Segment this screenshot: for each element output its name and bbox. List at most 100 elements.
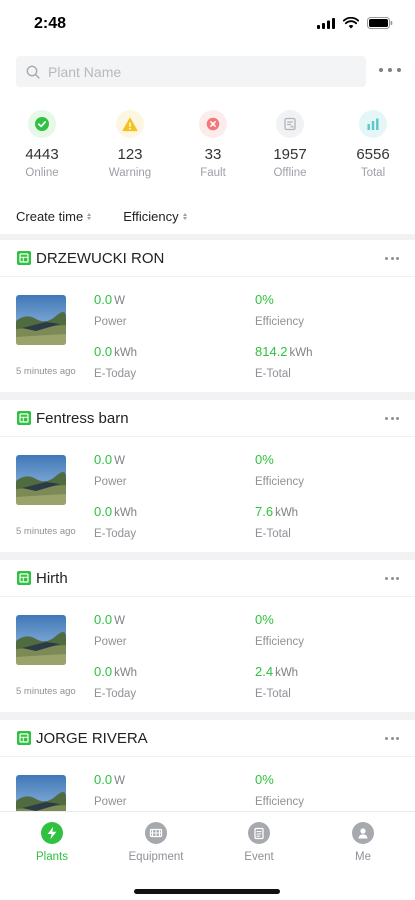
home-indicator (134, 889, 280, 894)
stat-offline-label: Offline (273, 167, 307, 179)
plant-icon (17, 571, 31, 585)
power-unit: W (114, 295, 125, 307)
plant-thumbnail (16, 455, 66, 505)
power-unit: W (114, 775, 125, 787)
plant-updated-time: 5 minutes ago (16, 366, 76, 377)
metric-efficiency: 0% Efficiency (255, 611, 304, 648)
plant-more-button[interactable] (385, 737, 399, 741)
stat-online[interactable]: 4443 Online (12, 110, 72, 179)
power-value: 0.0 (94, 612, 113, 627)
e-today-label: E-Today (94, 688, 137, 700)
power-unit: W (114, 455, 125, 467)
plant-card-header: JORGE RIVERA (0, 720, 415, 757)
sort-create-time[interactable]: Create time (16, 206, 92, 226)
stat-total-label: Total (360, 167, 386, 179)
signal-icon (317, 17, 335, 29)
e-total-label: E-Total (255, 688, 291, 700)
stat-offline[interactable]: 1957 Offline (260, 110, 320, 179)
power-unit: W (114, 615, 125, 627)
tab-me[interactable]: Me (323, 822, 403, 863)
stat-online-value: 4443 (25, 146, 59, 163)
e-total-label: E-Total (255, 528, 291, 540)
stat-warning-value: 123 (117, 146, 143, 163)
plant-card[interactable]: Fentress barn 5 minutes ago 0.0W Power (0, 400, 415, 552)
metric-power: 0.0 W Power (94, 611, 127, 648)
sort-efficiency-label: Efficiency (123, 208, 179, 224)
stat-total[interactable]: 6556 Total (343, 110, 403, 179)
e-today-value: 0.0 (94, 344, 113, 359)
plant-thumbnail (16, 615, 66, 665)
power-label: Power (94, 476, 127, 488)
tab-plants[interactable]: Plants (12, 822, 92, 863)
search-input[interactable] (48, 63, 328, 80)
sort-create-time-label: Create time (16, 208, 84, 224)
stat-fault-label: Fault (200, 167, 226, 179)
plant-icon (17, 731, 31, 745)
efficiency-value: 0% (255, 772, 274, 787)
metric-e-total: 7.6 kWh E-Total (255, 503, 298, 540)
efficiency-value: 0% (255, 292, 274, 307)
plants-bolt-icon (41, 822, 63, 844)
plant-more-button[interactable] (385, 417, 399, 421)
warning-icon (116, 110, 144, 138)
status-time: 2:48 (34, 15, 67, 32)
plant-name[interactable]: Hirth (36, 570, 68, 587)
e-today-unit: kWh (114, 507, 138, 519)
stat-fault[interactable]: 33 Fault (183, 110, 243, 179)
efficiency-label: Efficiency (255, 476, 305, 488)
plant-card[interactable]: DRZEWUCKI RON 5 minutes ago 0.0W Power (0, 240, 415, 392)
tab-equipment[interactable]: Equipment (116, 822, 196, 863)
plant-icon (17, 251, 31, 265)
plant-card-header: DRZEWUCKI RON (0, 240, 415, 277)
e-total-unit: kWh (289, 347, 313, 359)
metric-e-total: 814.2 kWh E-Total (255, 343, 313, 380)
stat-online-label: Online (25, 167, 59, 179)
tab-event-label: Event (244, 851, 274, 863)
metric-efficiency: 0% Efficiency (255, 451, 304, 488)
stat-warning[interactable]: 123 Warning (100, 110, 160, 179)
e-today-unit: kWh (114, 347, 138, 359)
search-box[interactable] (16, 56, 366, 87)
efficiency-label: Efficiency (255, 796, 305, 808)
plant-updated-time: 5 minutes ago (16, 526, 76, 537)
bar-chart-icon (359, 110, 387, 138)
metric-efficiency: 0% Efficiency (255, 291, 304, 328)
power-label: Power (94, 796, 127, 808)
e-total-value: 814.2 (255, 344, 288, 359)
status-icons (317, 17, 393, 29)
stat-total-value: 6556 (356, 146, 390, 163)
plant-name[interactable]: Fentress barn (36, 410, 129, 427)
e-today-value: 0.0 (94, 504, 113, 519)
sort-efficiency[interactable]: Efficiency (123, 206, 187, 226)
plant-more-button[interactable] (385, 257, 399, 261)
wifi-icon (343, 17, 359, 29)
stat-offline-value: 1957 (273, 146, 307, 163)
e-today-label: E-Today (94, 528, 137, 540)
metric-power: 0.0 W Power (94, 451, 127, 488)
plant-name[interactable]: DRZEWUCKI RON (36, 250, 164, 267)
metric-power: 0.0 W Power (94, 291, 127, 328)
efficiency-value: 0% (255, 452, 274, 467)
tab-bar: Plants Equipment Event Me (0, 811, 415, 900)
plant-more-button[interactable] (385, 577, 399, 581)
more-menu-button[interactable] (379, 60, 401, 80)
stat-fault-value: 33 (204, 146, 222, 163)
equipment-icon (145, 822, 167, 844)
metric-power: 0.0 W Power (94, 771, 127, 808)
tab-equipment-label: Equipment (128, 851, 184, 863)
power-value: 0.0 (94, 292, 113, 307)
plant-card[interactable]: Hirth 5 minutes ago 0.0 W Power 0% Effic… (0, 560, 415, 712)
plant-updated-time: 5 minutes ago (16, 686, 76, 697)
tab-event[interactable]: Event (219, 822, 299, 863)
offline-icon (276, 110, 304, 138)
e-total-unit: kWh (275, 667, 299, 679)
tab-plants-label: Plants (36, 851, 68, 863)
battery-icon (367, 17, 393, 29)
event-icon (248, 822, 270, 844)
power-label: Power (94, 636, 127, 648)
sort-arrows-icon (87, 212, 92, 220)
plant-thumbnail (16, 295, 66, 345)
check-circle-icon (28, 110, 56, 138)
plant-name[interactable]: JORGE RIVERA (36, 730, 148, 747)
tab-me-label: Me (355, 851, 371, 863)
